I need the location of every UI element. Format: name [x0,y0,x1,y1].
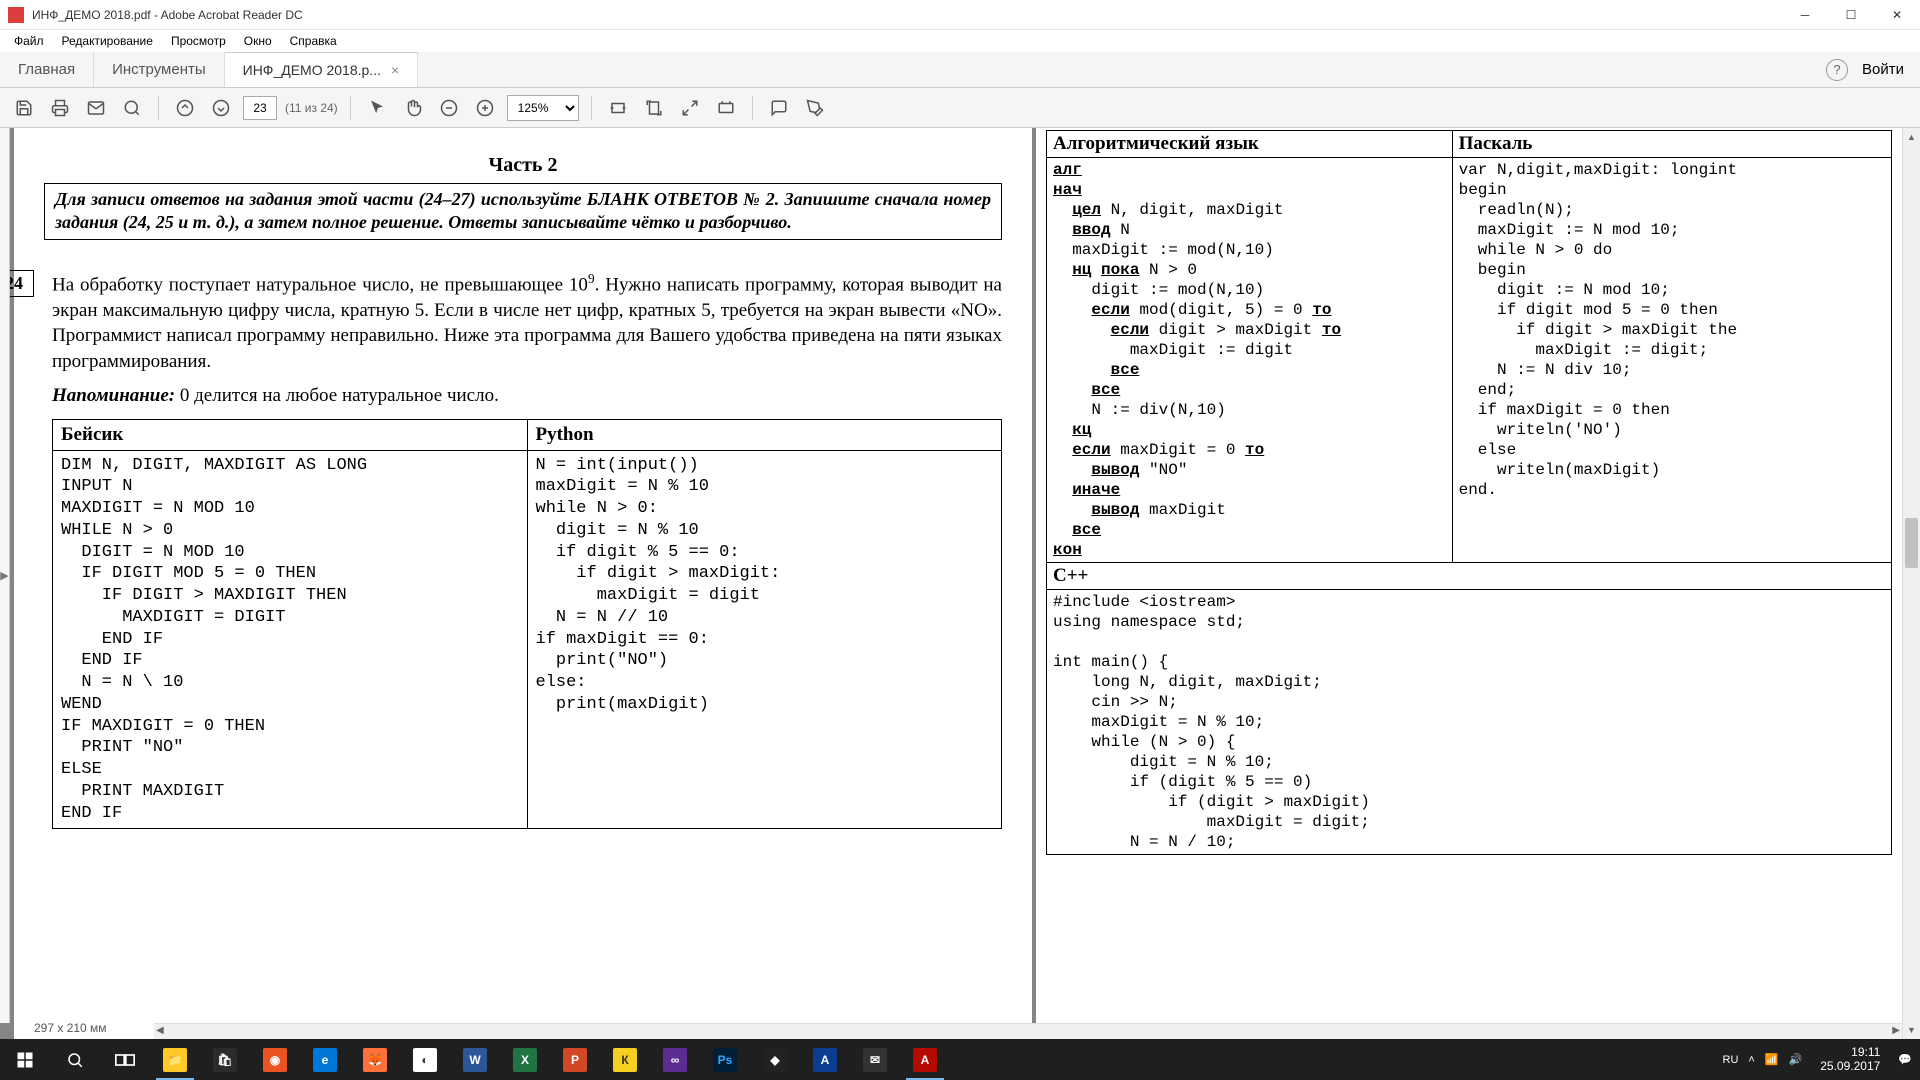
menu-bar: Файл Редактирование Просмотр Окно Справк… [0,30,1920,52]
tab-home[interactable]: Главная [0,52,94,87]
vs-icon[interactable]: ∞ [650,1039,700,1080]
col-cpp: C++ [1047,563,1892,590]
zoom-select[interactable]: 125% [507,95,579,121]
help-icon[interactable]: ? [1826,59,1848,81]
network-icon[interactable]: 📶 [1765,1053,1779,1066]
code-alg: алг нач цел N, digit, maxDigit ввод N ma… [1053,160,1446,560]
email-icon[interactable] [82,94,110,122]
col-python: Python [527,419,1002,450]
ubuntu-icon[interactable]: ◉ [250,1039,300,1080]
notifications-icon[interactable]: 💬 [1898,1053,1912,1066]
page-down-icon[interactable] [207,94,235,122]
store-icon[interactable]: 🛍 [200,1039,250,1080]
code-table-right: Алгоритмический язык Паскаль алг нач цел… [1046,130,1892,855]
left-panel-toggle[interactable]: ▶ [0,128,10,1023]
taskbar: 📁 🛍 ◉ e 🦊 ◐ W X P К ∞ Ps ◆ A ✉ A RU ˄ 📶 … [0,1039,1920,1080]
firefox-icon[interactable]: 🦊 [350,1039,400,1080]
hand-icon[interactable] [399,94,427,122]
tab-document[interactable]: ИНФ_ДЕМО 2018.p... × [225,52,419,87]
menu-window[interactable]: Окно [236,32,280,50]
page-left: Часть 2 Для записи ответов на задания эт… [14,128,1032,1039]
highlight-icon[interactable] [801,94,829,122]
maximize-button[interactable]: ☐ [1828,0,1874,30]
word-icon[interactable]: W [450,1039,500,1080]
photoshop-icon[interactable]: Ps [700,1039,750,1080]
window-controls: ─ ☐ ✕ [1782,0,1920,30]
read-mode-icon[interactable] [712,94,740,122]
search-taskbar-icon[interactable] [50,1039,100,1080]
tray-chevron-icon[interactable]: ˄ [1748,1054,1754,1066]
chrome-icon[interactable]: ◐ [400,1039,450,1080]
instruction-box: Для записи ответов на задания этой части… [44,183,1002,240]
print-icon[interactable] [46,94,74,122]
clock[interactable]: 19:11 25.09.2017 [1812,1046,1888,1074]
search-icon[interactable] [118,94,146,122]
signin-button[interactable]: Войти [1862,61,1904,78]
scroll-up-icon[interactable]: ▲ [1903,128,1920,146]
powerpoint-icon[interactable]: P [550,1039,600,1080]
page-right: Алгоритмический язык Паскаль алг нач цел… [1036,128,1902,1039]
document-area: Часть 2 Для записи ответов на задания эт… [0,128,1902,1039]
menu-file[interactable]: Файл [6,32,52,50]
save-icon[interactable] [10,94,38,122]
col-basic: Бейсик [53,419,528,450]
code-pascal: var N,digit,maxDigit: longint begin read… [1459,160,1885,500]
menu-help[interactable]: Справка [282,32,345,50]
part-title: Часть 2 [44,154,1002,177]
kumir-icon[interactable]: К [600,1039,650,1080]
pointer-icon[interactable] [363,94,391,122]
app-icon [8,7,24,23]
fit-width-icon[interactable] [604,94,632,122]
tab-row: Главная Инструменты ИНФ_ДЕМО 2018.p... ×… [0,52,1920,88]
comment-icon[interactable] [765,94,793,122]
horizontal-scrollbar[interactable]: ◀ ▶ [154,1023,1902,1039]
volume-icon[interactable]: 🔊 [1789,1053,1803,1066]
reminder: Напоминание: 0 делится на любое натураль… [52,385,1002,407]
fullscreen-icon[interactable] [676,94,704,122]
window-title: ИНФ_ДЕМО 2018.pdf - Adobe Acrobat Reader… [32,8,303,22]
page-up-icon[interactable] [171,94,199,122]
toolbar: (11 из 24) 125% [0,88,1920,128]
task-view-icon[interactable] [100,1039,150,1080]
col-pascal: Паскаль [1452,131,1891,158]
col-alg: Алгоритмический язык [1047,131,1453,158]
task-text: На обработку поступает натуральное число… [52,270,1002,375]
tab-close-icon[interactable]: × [391,62,399,78]
app1-icon[interactable]: A [800,1039,850,1080]
code-basic: DIM N, DIGIT, MAXDIGIT AS LONG INPUT N M… [61,455,519,825]
minimize-button[interactable]: ─ [1782,0,1828,30]
code-cpp: #include <iostream> using namespace std;… [1053,592,1885,852]
explorer-icon[interactable]: 📁 [150,1039,200,1080]
close-button[interactable]: ✕ [1874,0,1920,30]
title-bar: ИНФ_ДЕМО 2018.pdf - Adobe Acrobat Reader… [0,0,1920,30]
tab-tools[interactable]: Инструменты [94,52,225,87]
unity-icon[interactable]: ◆ [750,1039,800,1080]
menu-edit[interactable]: Редактирование [54,32,161,50]
zoom-out-icon[interactable] [435,94,463,122]
tab-document-label: ИНФ_ДЕМО 2018.p... [243,62,381,78]
fit-page-icon[interactable] [640,94,668,122]
lang-indicator[interactable]: RU [1723,1054,1739,1066]
page-input[interactable] [243,96,277,120]
edge-icon[interactable]: e [300,1039,350,1080]
menu-view[interactable]: Просмотр [163,32,234,50]
vertical-scrollbar[interactable]: ▲ ▼ [1902,128,1920,1039]
zoom-in-icon[interactable] [471,94,499,122]
page-dimensions: 297 x 210 мм [28,1020,113,1036]
code-python: N = int(input()) maxDigit = N % 10 while… [536,455,994,716]
scroll-thumb[interactable] [1905,518,1918,568]
code-table-left: Бейсик Python DIM N, DIGIT, MAXDIGIT AS … [52,419,1002,830]
system-tray: RU ˄ 📶 🔊 19:11 25.09.2017 💬 [1715,1046,1920,1074]
mail-icon[interactable]: ✉ [850,1039,900,1080]
page-total: (11 из 24) [285,101,338,115]
scroll-down-icon[interactable]: ▼ [1903,1021,1920,1039]
acrobat-taskbar-icon[interactable]: A [900,1039,950,1080]
excel-icon[interactable]: X [500,1039,550,1080]
start-button[interactable] [0,1039,50,1080]
